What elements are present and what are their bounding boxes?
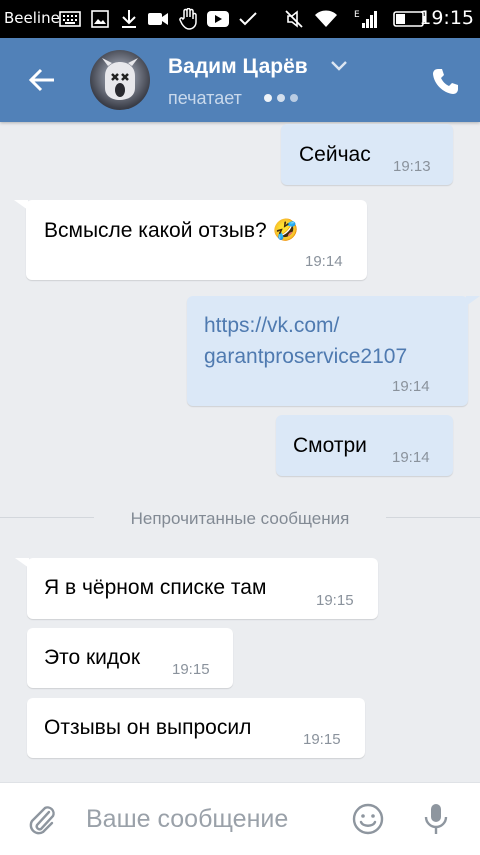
clock: 19:15 [419, 7, 474, 29]
message-time: 19:15 [316, 592, 354, 609]
call-button[interactable] [428, 64, 462, 98]
message-link[interactable]: https://vk.com/garantproservice2107 [204, 310, 407, 372]
message-input[interactable]: Ваше сообщение [86, 805, 288, 834]
chat-header: Вадим Царёв печатает [0, 38, 480, 122]
message-text: Сейчас [299, 143, 371, 166]
paperclip-icon [29, 806, 55, 835]
message-text: Отзывы он выпросил [44, 716, 252, 739]
message-bubble[interactable]: Отзывы он выпросил 19:15 [27, 698, 365, 758]
unread-divider: Непрочитанные сообщения [0, 507, 480, 529]
phone-icon [433, 69, 458, 94]
emoji-button[interactable] [350, 801, 386, 837]
youtube-icon [206, 7, 230, 31]
microphone-icon [424, 804, 448, 834]
message-bubble[interactable]: Всмысле какой отзыв? 🤣 19:14 [14, 200, 367, 280]
message-time: 19:14 [305, 253, 343, 270]
message-bubble[interactable]: Смотри 19:14 [276, 415, 453, 476]
message-time: 19:14 [392, 449, 430, 466]
rofl-emoji-icon: 🤣 [272, 219, 299, 242]
signal-icon: E [354, 7, 378, 31]
image-icon [88, 7, 112, 31]
back-button[interactable] [22, 62, 62, 98]
chevron-down-icon[interactable] [330, 58, 348, 77]
typing-status: печатает [168, 88, 242, 108]
wifi-icon [314, 7, 338, 31]
message-time: 19:13 [393, 158, 431, 175]
download-icon [117, 7, 141, 31]
message-text: Смотри [293, 434, 367, 457]
message-time: 19:15 [172, 661, 210, 678]
message-bubble[interactable]: Это кидок 19:15 [27, 628, 233, 688]
carrier-label: Beeline [4, 9, 60, 27]
message-time: 19:15 [303, 731, 341, 748]
keyboard-icon [58, 7, 82, 31]
message-composer: Ваше сообщение [0, 782, 480, 855]
message-text: Всмысле какой отзыв? 🤣 [44, 219, 299, 242]
contact-name[interactable]: Вадим Царёв [168, 55, 308, 79]
check-icon [236, 7, 260, 31]
status-bar: Beeline E 19:15 [0, 0, 480, 38]
avatar[interactable] [90, 50, 150, 110]
message-bubble[interactable]: https://vk.com/garantproservice2107 19:1… [187, 296, 480, 406]
mute-icon [282, 7, 306, 31]
attach-button[interactable] [24, 801, 60, 837]
message-text: Это кидок [44, 646, 141, 669]
typing-dots-icon [264, 94, 298, 102]
svg-text:E: E [354, 10, 360, 20]
hand-icon [176, 7, 200, 31]
message-bubble[interactable]: Я в чёрном списке там 19:15 [15, 558, 378, 619]
message-text: Я в чёрном списке там [44, 576, 267, 599]
message-bubble[interactable]: Сейчас 19:13 [281, 124, 453, 185]
message-time: 19:14 [392, 378, 430, 395]
video-icon [146, 7, 170, 31]
unread-divider-label: Непрочитанные сообщения [130, 509, 350, 528]
arrow-left-icon [28, 68, 54, 92]
voice-message-button[interactable] [418, 801, 454, 837]
smiley-icon [352, 803, 384, 835]
